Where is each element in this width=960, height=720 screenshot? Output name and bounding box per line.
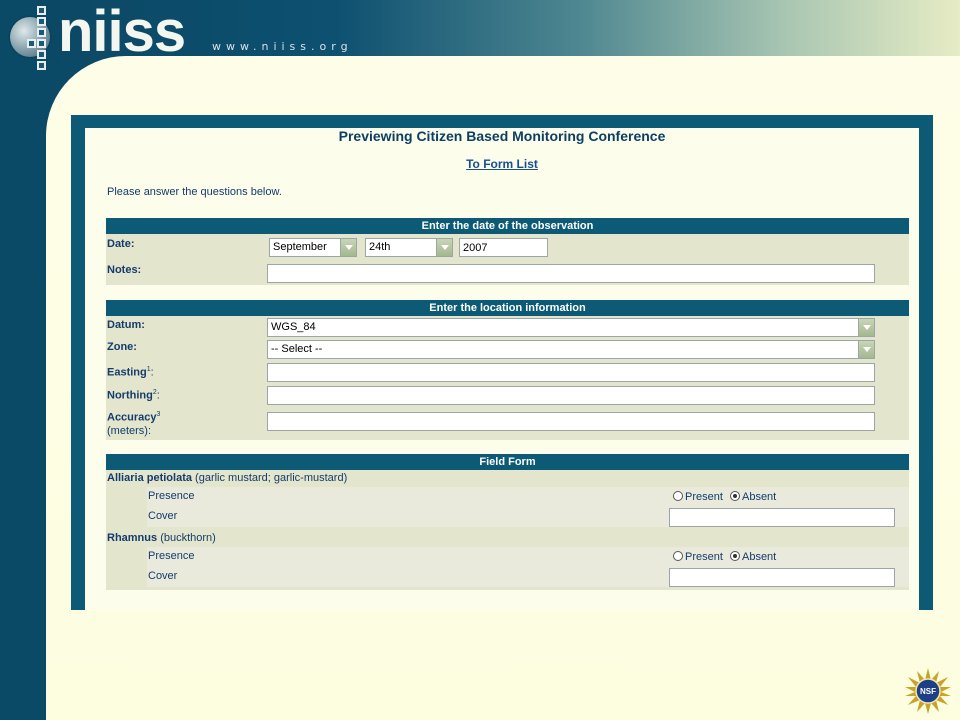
presence-row-rhamnus: Presence Present Absent [147,547,909,567]
species-common-name: (garlic mustard; garlic-mustard) [195,472,348,484]
chevron-down-icon[interactable] [340,239,356,256]
accuracy-label: Accuracy [107,411,157,424]
present-radio[interactable] [673,551,683,561]
easting-row: Easting1: [106,361,909,383]
svg-text:NSF: NSF [920,687,936,696]
cover-row-rhamnus: Cover [147,567,909,587]
form-preview-panel: Previewing Citizen Based Monitoring Conf… [71,115,933,610]
to-form-list-link[interactable]: To Form List [85,157,919,171]
easting-label: Easting [107,366,147,379]
species-header-rhamnus: Rhamnus (buckthorn) [106,530,909,547]
field-form-section: Field Form Alliaria petiolata (garlic mu… [106,454,909,590]
year-input[interactable] [459,238,548,257]
nsf-seal-icon: NSF [905,668,951,714]
month-value: September [273,241,327,253]
page-title: Previewing Citizen Based Monitoring Conf… [338,128,666,144]
cover-input-rhamnus[interactable] [669,568,895,587]
datum-row: Datum: WGS_84 [106,316,909,338]
species-common-name: (buckthorn) [160,532,216,544]
zone-value: -- Select -- [271,343,323,355]
cover-input-alliaria[interactable] [669,508,895,527]
section-heading: Field Form [106,454,909,470]
chevron-down-icon[interactable] [858,319,874,336]
date-row: Date: September 24th [106,236,909,260]
notes-label: Notes: [107,264,142,276]
datum-value: WGS_84 [271,321,316,333]
section-heading: Enter the date of the observation [106,218,909,234]
accuracy-units: (meters): [107,424,151,437]
left-sidebar-band [0,0,46,720]
day-select[interactable]: 24th [365,238,453,257]
absent-option[interactable]: Absent [729,551,776,563]
presence-radio-group: Present Absent [673,491,780,503]
accuracy-input[interactable] [267,412,875,431]
species-header-alliaria: Alliaria petiolata (garlic mustard; garl… [106,470,909,487]
chevron-down-icon[interactable] [436,239,452,256]
logo-squares-decoration [27,6,55,78]
location-section: Enter the location information Datum: WG… [106,300,909,440]
section-heading: Enter the location information [106,300,909,316]
absent-radio[interactable] [729,491,740,501]
absent-radio[interactable] [729,551,740,561]
absent-option[interactable]: Absent [729,491,776,503]
presence-label: Presence [148,490,195,502]
logo-wordmark: niiss [58,0,186,64]
datum-label: Datum: [107,319,145,331]
cover-label: Cover [148,510,178,522]
indent-cell [106,547,147,587]
cover-label: Cover [148,570,178,582]
accuracy-row: Accuracy3 (meters): [106,407,909,437]
logo-url: www.niiss.org [212,40,353,53]
date-label: Date: [107,238,135,250]
niiss-logo: niiss www.niiss.org [4,0,348,70]
northing-row: Northing2: [106,384,909,406]
notes-input[interactable] [267,264,875,283]
cover-row-alliaria: Cover [147,507,909,527]
species-name: Alliaria petiolata [107,472,192,484]
zone-row: Zone: -- Select -- [106,338,909,360]
present-radio[interactable] [673,491,683,501]
species-name: Rhamnus [107,532,158,544]
presence-radio-group: Present Absent [673,551,780,563]
easting-input[interactable] [267,363,875,382]
notes-row: Notes: [106,262,909,284]
intro-text: Please answer the questions below. [107,186,282,198]
day-value: 24th [369,241,391,253]
presence-label: Presence [148,550,195,562]
zone-select[interactable]: -- Select -- [267,340,875,359]
chevron-down-icon[interactable] [858,341,874,358]
presence-row-alliaria: Presence Present Absent [147,487,909,507]
present-option[interactable]: Present [673,491,723,503]
zone-label: Zone: [107,341,137,353]
footnote-3: 3 [156,411,161,418]
month-select[interactable]: September [269,238,357,257]
present-option[interactable]: Present [673,551,723,563]
northing-input[interactable] [267,386,875,405]
indent-cell [106,487,147,527]
datum-select[interactable]: WGS_84 [267,318,875,337]
northing-label: Northing [107,389,153,402]
date-section: Enter the date of the observation Date: … [106,218,909,285]
